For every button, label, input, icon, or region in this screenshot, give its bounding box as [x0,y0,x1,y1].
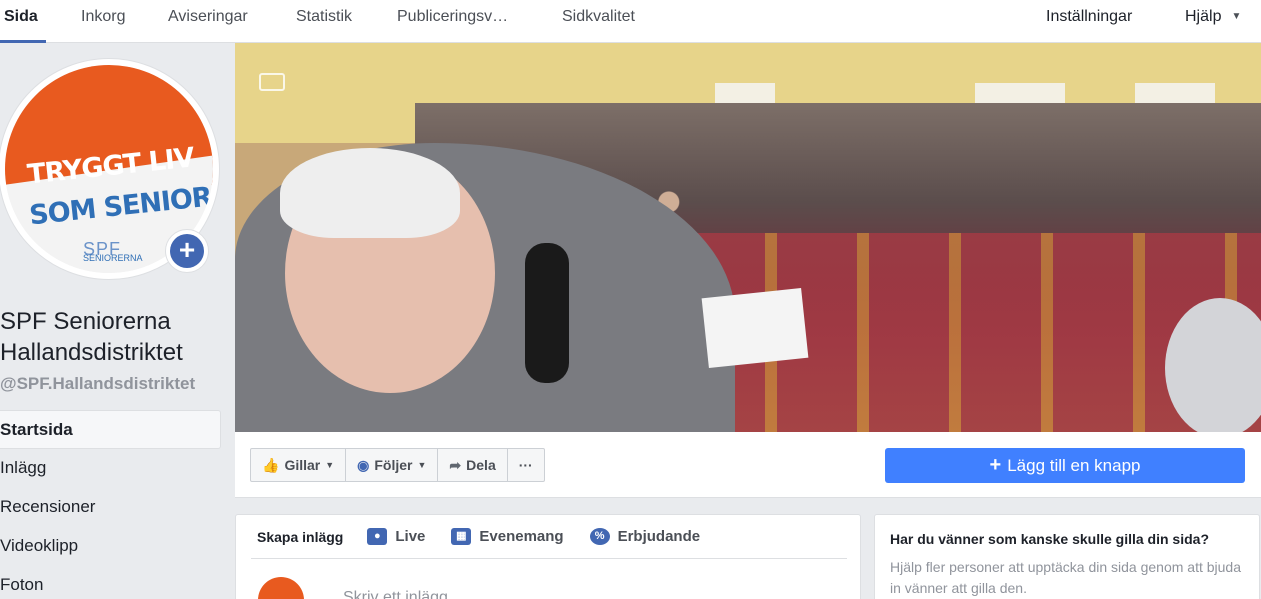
page-sidebar: TRYGGT LIV SOM SENIOR SPF SENIORERNA + S… [0,44,235,599]
tab-notifications[interactable]: Aviseringar [168,0,248,43]
tab-live[interactable]: ● Live [367,528,425,545]
tab-publishing-tools[interactable]: Publiceringsv… [397,0,508,43]
page-top-nav: Sida Inkorg Aviseringar Statistik Public… [0,0,1261,43]
invite-friends-card: Har du vänner som kanske skulle gilla di… [874,514,1260,599]
caret-down-icon: ▼ [1231,11,1242,22]
plus-icon: + [989,454,1002,476]
composer-tabs: Skapa inlägg ● Live ▦ Evenemang % Erbjudand… [251,515,847,559]
caret-down-icon: ▼ [417,460,427,470]
percent-icon: % [589,528,610,545]
add-profile-picture-button[interactable]: + [165,229,209,273]
cover-paper [701,287,809,369]
rss-icon: ◉ [357,457,370,473]
more-button[interactable]: ··· [508,449,544,481]
tab-offer[interactable]: % Erbjudande [589,528,701,545]
tab-create-post[interactable]: Skapa inlägg [257,529,343,545]
sidebar-item-reviews[interactable]: Recensioner [0,488,221,527]
page-action-buttons: 👍 Gillar ▼ ◉ Följer ▼ ➦ Dela ··· [250,448,545,482]
like-label: Gillar [284,457,321,473]
sidebar-item-videos[interactable]: Videoklipp [0,527,221,566]
logo-sub: SENIORERNA [83,253,143,263]
page-nav-list: Startsida Inlägg Recensioner Videoklipp … [0,410,221,599]
more-dots-icon: ··· [518,457,533,473]
help-label: Hjälp [1185,8,1222,25]
follow-button[interactable]: ◉ Följer ▼ [346,449,439,481]
tab-insights[interactable]: Statistik [296,0,352,43]
invite-card-title: Har du vänner som kanske skulle gilla di… [890,531,1209,547]
follow-label: Följer [374,457,413,473]
post-composer: Skapa inlägg ● Live ▦ Evenemang % Erbjudand… [235,514,861,599]
sidebar-item-posts[interactable]: Inlägg [0,449,221,488]
calendar-icon: ▦ [451,528,472,545]
thumbs-up-icon: 👍 [262,457,280,473]
tab-live-label: Live [395,528,426,545]
sidebar-item-home[interactable]: Startsida [0,410,221,449]
video-icon[interactable] [259,73,285,91]
tab-event-label: Evenemang [479,528,564,545]
tab-event[interactable]: ▦ Evenemang [451,528,564,545]
invite-card-body: Hjälp fler personer att upptäcka din sid… [890,559,1241,596]
settings-link[interactable]: Inställningar [1046,0,1132,33]
cover-speaker-hair [280,148,460,238]
tab-inbox[interactable]: Inkorg [81,0,125,43]
add-button-button[interactable]: + Lägg till en knapp [885,448,1245,483]
post-input[interactable]: Skriv ett inlägg... [343,589,461,599]
share-button[interactable]: ➦ Dela [438,449,508,481]
live-video-icon: ● [367,528,388,545]
help-menu[interactable]: Hjälp ▼ [1185,0,1241,33]
share-arrow-icon: ➦ [449,457,462,473]
plus-icon: + [170,234,204,268]
tab-offer-label: Erbjudande [617,528,701,545]
like-button[interactable]: 👍 Gillar ▼ [251,449,347,481]
cover-microphone [525,243,569,383]
avatar [258,577,304,599]
cover-photo[interactable] [235,43,1261,432]
add-button-label: Lägg till en knapp [1007,456,1141,475]
tab-page-quality[interactable]: Sidkvalitet [562,0,635,43]
page-action-bar: 👍 Gillar ▼ ◉ Följer ▼ ➦ Dela ··· + Lägg till e… [235,432,1261,498]
sidebar-item-photos[interactable]: Foton [0,566,221,599]
share-label: Dela [466,457,496,473]
page-username[interactable]: @SPF.Hallandsdistriktet [0,374,195,394]
page-title[interactable]: SPF Seniorerna Hallandsdistriktet [0,306,240,368]
tab-page[interactable]: Sida [0,0,46,43]
caret-down-icon: ▼ [325,460,335,470]
